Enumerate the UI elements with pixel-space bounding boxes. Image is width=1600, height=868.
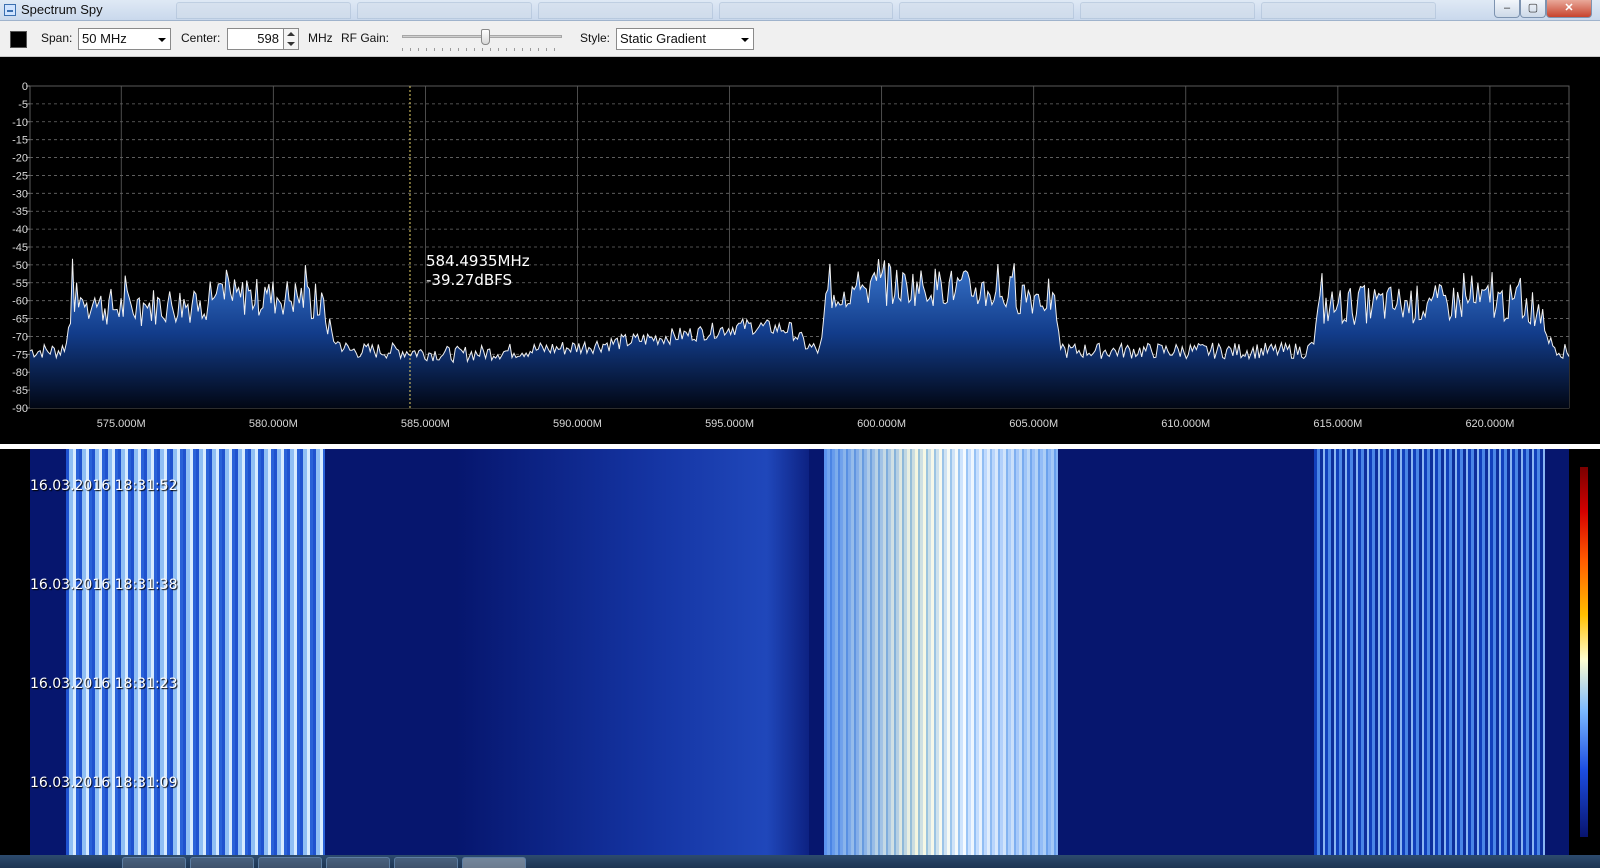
ghost-tab — [356, 2, 532, 19]
slider-ticks — [402, 48, 562, 51]
slider-thumb[interactable] — [480, 29, 490, 45]
y-tick-label: -55 — [12, 278, 28, 290]
waterfall-band-3 — [823, 449, 1059, 855]
x-tick-label: 585.000M — [401, 418, 450, 430]
background-browser-tabs — [176, 2, 1437, 19]
y-tick-label: -75 — [12, 349, 28, 361]
y-tick-label: -50 — [12, 260, 28, 272]
x-tick-label: 620.000M — [1465, 418, 1514, 430]
y-tick-label: -70 — [12, 331, 28, 343]
title-bar: Spectrum Spy – ▢ ✕ — [0, 0, 1600, 21]
ghost-tab — [899, 2, 1075, 19]
x-tick-label: 595.000M — [705, 418, 754, 430]
x-tick-label: 575.000M — [97, 418, 146, 430]
app-icon — [4, 4, 16, 16]
taskbar-button-active[interactable] — [462, 857, 526, 868]
chevron-down-icon — [158, 38, 166, 42]
y-tick-label: -65 — [12, 314, 28, 326]
x-tick-label: 615.000M — [1313, 418, 1362, 430]
y-tick-label: -20 — [12, 153, 28, 165]
spectrum-chart[interactable]: 584.4935MHz-39.27dBFS 0 -5 -10 -15 -20 -25 -30… — [0, 57, 1600, 445]
waterfall-timestamp: 16.03.2016 18:31:38 — [30, 577, 178, 593]
style-label: Style: — [580, 31, 611, 45]
y-tick-label: -40 — [12, 224, 28, 236]
style-select[interactable]: Static Gradient — [616, 28, 754, 50]
waterfall-plot[interactable] — [30, 449, 1569, 855]
x-tick-label: 590.000M — [553, 418, 602, 430]
y-tick-label: -10 — [12, 117, 28, 129]
waterfall-timestamp: 16.03.2016 18:31:23 — [30, 676, 178, 692]
x-tick-label: 600.000M — [857, 418, 906, 430]
trace-color-button[interactable] — [10, 31, 27, 48]
waterfall-band-4 — [1313, 449, 1545, 855]
y-tick-label: -15 — [12, 135, 28, 147]
ghost-tab — [1080, 2, 1256, 19]
waterfall-timestamp: 16.03.2016 18:31:52 — [30, 478, 178, 494]
ghost-tab — [1261, 2, 1437, 19]
taskbar-button[interactable] — [258, 857, 322, 868]
y-tick-label: -60 — [12, 296, 28, 308]
spin-down-icon[interactable] — [287, 42, 295, 46]
y-tick-label: -85 — [12, 385, 28, 397]
taskbar — [0, 855, 1600, 868]
x-tick-label: 610.000M — [1161, 418, 1210, 430]
span-value: 50 MHz — [82, 31, 127, 46]
ghost-tab — [176, 2, 351, 19]
maximize-button[interactable]: ▢ — [1520, 0, 1546, 18]
taskbar-button[interactable] — [122, 857, 186, 868]
spectrum-plot[interactable]: 584.4935MHz -39.27dBFS 0 -5 -10 -15 -20 -25 -30… — [0, 57, 1600, 445]
rf-gain-slider[interactable] — [402, 29, 562, 53]
waterfall-timestamp: 16.03.2016 18:31:09 — [30, 775, 178, 791]
waterfall-band-1 — [66, 449, 325, 855]
span-label: Span: — [41, 31, 73, 45]
span-select[interactable]: 50 MHz — [78, 28, 171, 50]
cursor-level-readout: -39.27dBFS — [426, 271, 512, 289]
center-label: Center: — [181, 31, 221, 45]
minimize-button[interactable]: – — [1494, 0, 1520, 18]
y-tick-label: -45 — [12, 242, 28, 254]
ghost-tab — [718, 2, 894, 19]
y-tick-label: -90 — [12, 403, 28, 415]
y-tick-label: -80 — [12, 367, 28, 379]
style-value: Static Gradient — [620, 31, 706, 46]
waterfall-band-2 — [455, 449, 809, 855]
close-button[interactable]: ✕ — [1546, 0, 1592, 18]
taskbar-button[interactable] — [190, 857, 254, 868]
y-tick-label: 0 — [22, 81, 28, 93]
window-title: Spectrum Spy — [21, 2, 103, 17]
x-tick-label: 605.000M — [1009, 418, 1058, 430]
ghost-tab — [537, 2, 713, 19]
cursor-frequency-readout: 584.4935MHz — [426, 252, 530, 270]
waterfall-display[interactable]: 16.03.2016 18:31:52 16.03.2016 18:31:38 … — [0, 449, 1600, 855]
center-frequency-stepper[interactable] — [284, 28, 299, 50]
x-tick-label: 580.000M — [249, 418, 298, 430]
y-tick-label: -25 — [12, 170, 28, 182]
taskbar-button[interactable] — [394, 857, 458, 868]
waterfall-color-scale — [1580, 467, 1588, 837]
chevron-down-icon — [741, 38, 749, 42]
y-tick-label: -30 — [12, 188, 28, 200]
y-tick-label: -5 — [18, 99, 28, 111]
center-frequency-input[interactable]: 598 — [227, 28, 284, 50]
rf-gain-label: RF Gain: — [341, 31, 390, 45]
spin-up-icon[interactable] — [287, 32, 295, 36]
center-unit-label: MHz — [308, 31, 333, 45]
y-tick-label: -35 — [12, 206, 28, 218]
toolbar: Span: 50 MHz Center: 598 MHz RF Gain: St… — [0, 21, 1600, 57]
taskbar-button[interactable] — [326, 857, 390, 868]
